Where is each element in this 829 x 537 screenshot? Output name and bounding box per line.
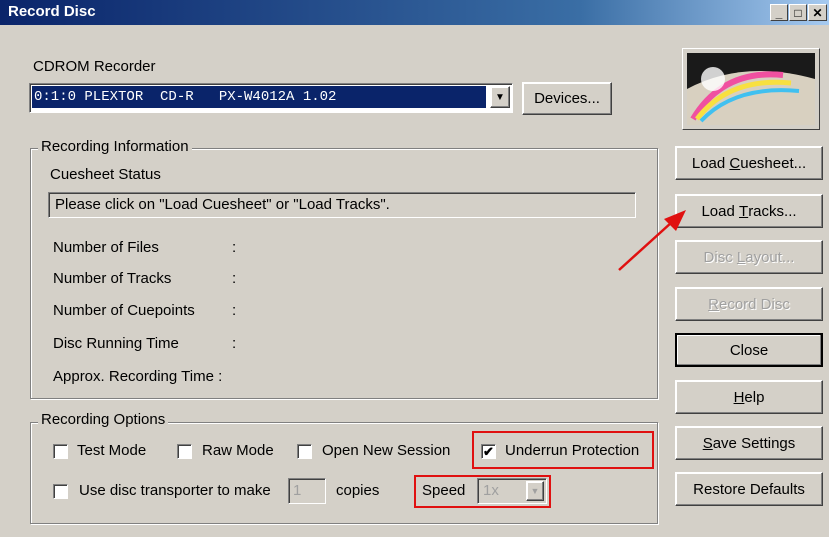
field-label-files: Number of Files bbox=[53, 239, 159, 256]
record-disc-button[interactable]: Record Disc bbox=[675, 287, 823, 321]
close-window-button[interactable]: ✕ bbox=[808, 4, 827, 21]
save-settings-accel: S bbox=[702, 434, 713, 452]
field-sep-files: : bbox=[232, 239, 237, 256]
field-sep-cuepoints: : bbox=[232, 302, 237, 319]
field-label-tracks: Number of Tracks bbox=[53, 270, 172, 287]
help-button[interactable]: Help bbox=[675, 380, 823, 414]
copies-value: 1 bbox=[293, 482, 302, 499]
recording-options-title: Recording Options bbox=[38, 411, 169, 428]
recorder-selected-value: 0:1:0 PLEXTOR CD-R PX-W4012A 1.02 bbox=[34, 89, 337, 105]
minimize-button[interactable]: _ bbox=[770, 4, 788, 21]
raw-mode-checkbox[interactable] bbox=[177, 444, 192, 459]
record-disc-label-post: ecord Disc bbox=[718, 295, 790, 313]
load-cuesheet-label-post: uesheet... bbox=[740, 154, 807, 172]
field-label-recording-time: Approx. Recording Time : bbox=[53, 368, 223, 385]
minimize-icon: _ bbox=[775, 5, 783, 20]
recorder-label: CDROM Recorder bbox=[33, 58, 156, 75]
load-cuesheet-button[interactable]: Load Cuesheet... bbox=[675, 146, 823, 180]
cuesheet-status-field: Please click on "Load Cuesheet" or "Load… bbox=[48, 192, 636, 218]
cuesheet-status-label: Cuesheet Status bbox=[50, 166, 161, 183]
chevron-down-icon: ▼ bbox=[495, 91, 505, 103]
title-bar[interactable]: Record Disc _ □ ✕ bbox=[0, 0, 829, 25]
recording-info-title: Recording Information bbox=[38, 138, 192, 155]
field-sep-tracks: : bbox=[232, 270, 237, 287]
disc-layout-button[interactable]: Disc Layout... bbox=[675, 240, 823, 274]
record-disc-accel: R bbox=[708, 295, 719, 313]
speed-dropdown-button[interactable]: ▼ bbox=[526, 481, 544, 501]
recorder-select[interactable]: 0:1:0 PLEXTOR CD-R PX-W4012A 1.02 ▼ bbox=[29, 83, 513, 113]
copies-input[interactable]: 1 bbox=[288, 478, 326, 504]
load-tracks-label-pre: Load bbox=[701, 202, 740, 220]
cuesheet-status-message: Please click on "Load Cuesheet" or "Load… bbox=[55, 196, 390, 213]
help-label-post: elp bbox=[744, 388, 765, 406]
close-button[interactable]: Close bbox=[675, 333, 823, 367]
open-new-session-label[interactable]: Open New Session bbox=[322, 442, 450, 459]
devices-button[interactable]: Devices... bbox=[522, 82, 612, 115]
disc-transporter-label[interactable]: Use disc transporter to make bbox=[79, 482, 271, 499]
disc-transporter-checkbox[interactable] bbox=[53, 484, 68, 499]
disc-logo bbox=[682, 48, 820, 130]
load-cuesheet-label-pre: Load bbox=[691, 154, 730, 172]
load-cuesheet-accel: C bbox=[729, 154, 741, 172]
save-settings-button[interactable]: Save Settings bbox=[675, 426, 823, 460]
disc-layout-label-pre: Disc bbox=[703, 248, 737, 266]
speed-select[interactable]: 1x ▼ bbox=[477, 478, 547, 504]
speed-label: Speed bbox=[422, 482, 466, 499]
recorder-dropdown-button[interactable]: ▼ bbox=[490, 86, 510, 108]
disc-layout-accel: L bbox=[736, 248, 746, 266]
speed-value: 1x bbox=[483, 482, 499, 499]
test-mode-checkbox[interactable] bbox=[53, 444, 68, 459]
window-title: Record Disc bbox=[8, 3, 96, 20]
maximize-button[interactable]: □ bbox=[789, 4, 807, 21]
field-label-running-time: Disc Running Time bbox=[53, 335, 179, 352]
restore-defaults-button[interactable]: Restore Defaults bbox=[675, 472, 823, 506]
test-mode-label[interactable]: Test Mode bbox=[77, 442, 146, 459]
raw-mode-label[interactable]: Raw Mode bbox=[202, 442, 274, 459]
open-new-session-checkbox[interactable] bbox=[297, 444, 312, 459]
help-accel: H bbox=[733, 388, 745, 406]
load-tracks-button[interactable]: Load Tracks... bbox=[675, 194, 823, 228]
copies-label: copies bbox=[336, 482, 380, 499]
chevron-down-icon: ▼ bbox=[530, 486, 540, 496]
disc-icon bbox=[687, 53, 815, 125]
maximize-icon: □ bbox=[794, 5, 802, 20]
field-label-cuepoints: Number of Cuepoints bbox=[53, 302, 195, 319]
underrun-highlight-box bbox=[472, 431, 654, 469]
disc-layout-label-post: ayout... bbox=[745, 248, 795, 266]
load-tracks-accel: T bbox=[739, 202, 749, 220]
save-settings-label-post: ave Settings bbox=[712, 434, 796, 452]
field-sep-running-time: : bbox=[232, 335, 237, 352]
load-tracks-label-post: racks... bbox=[748, 202, 797, 220]
record-disc-dialog: Record Disc _ □ ✕ CDROM Recorder 0:1:0 P… bbox=[0, 0, 829, 537]
close-icon: ✕ bbox=[812, 5, 823, 20]
